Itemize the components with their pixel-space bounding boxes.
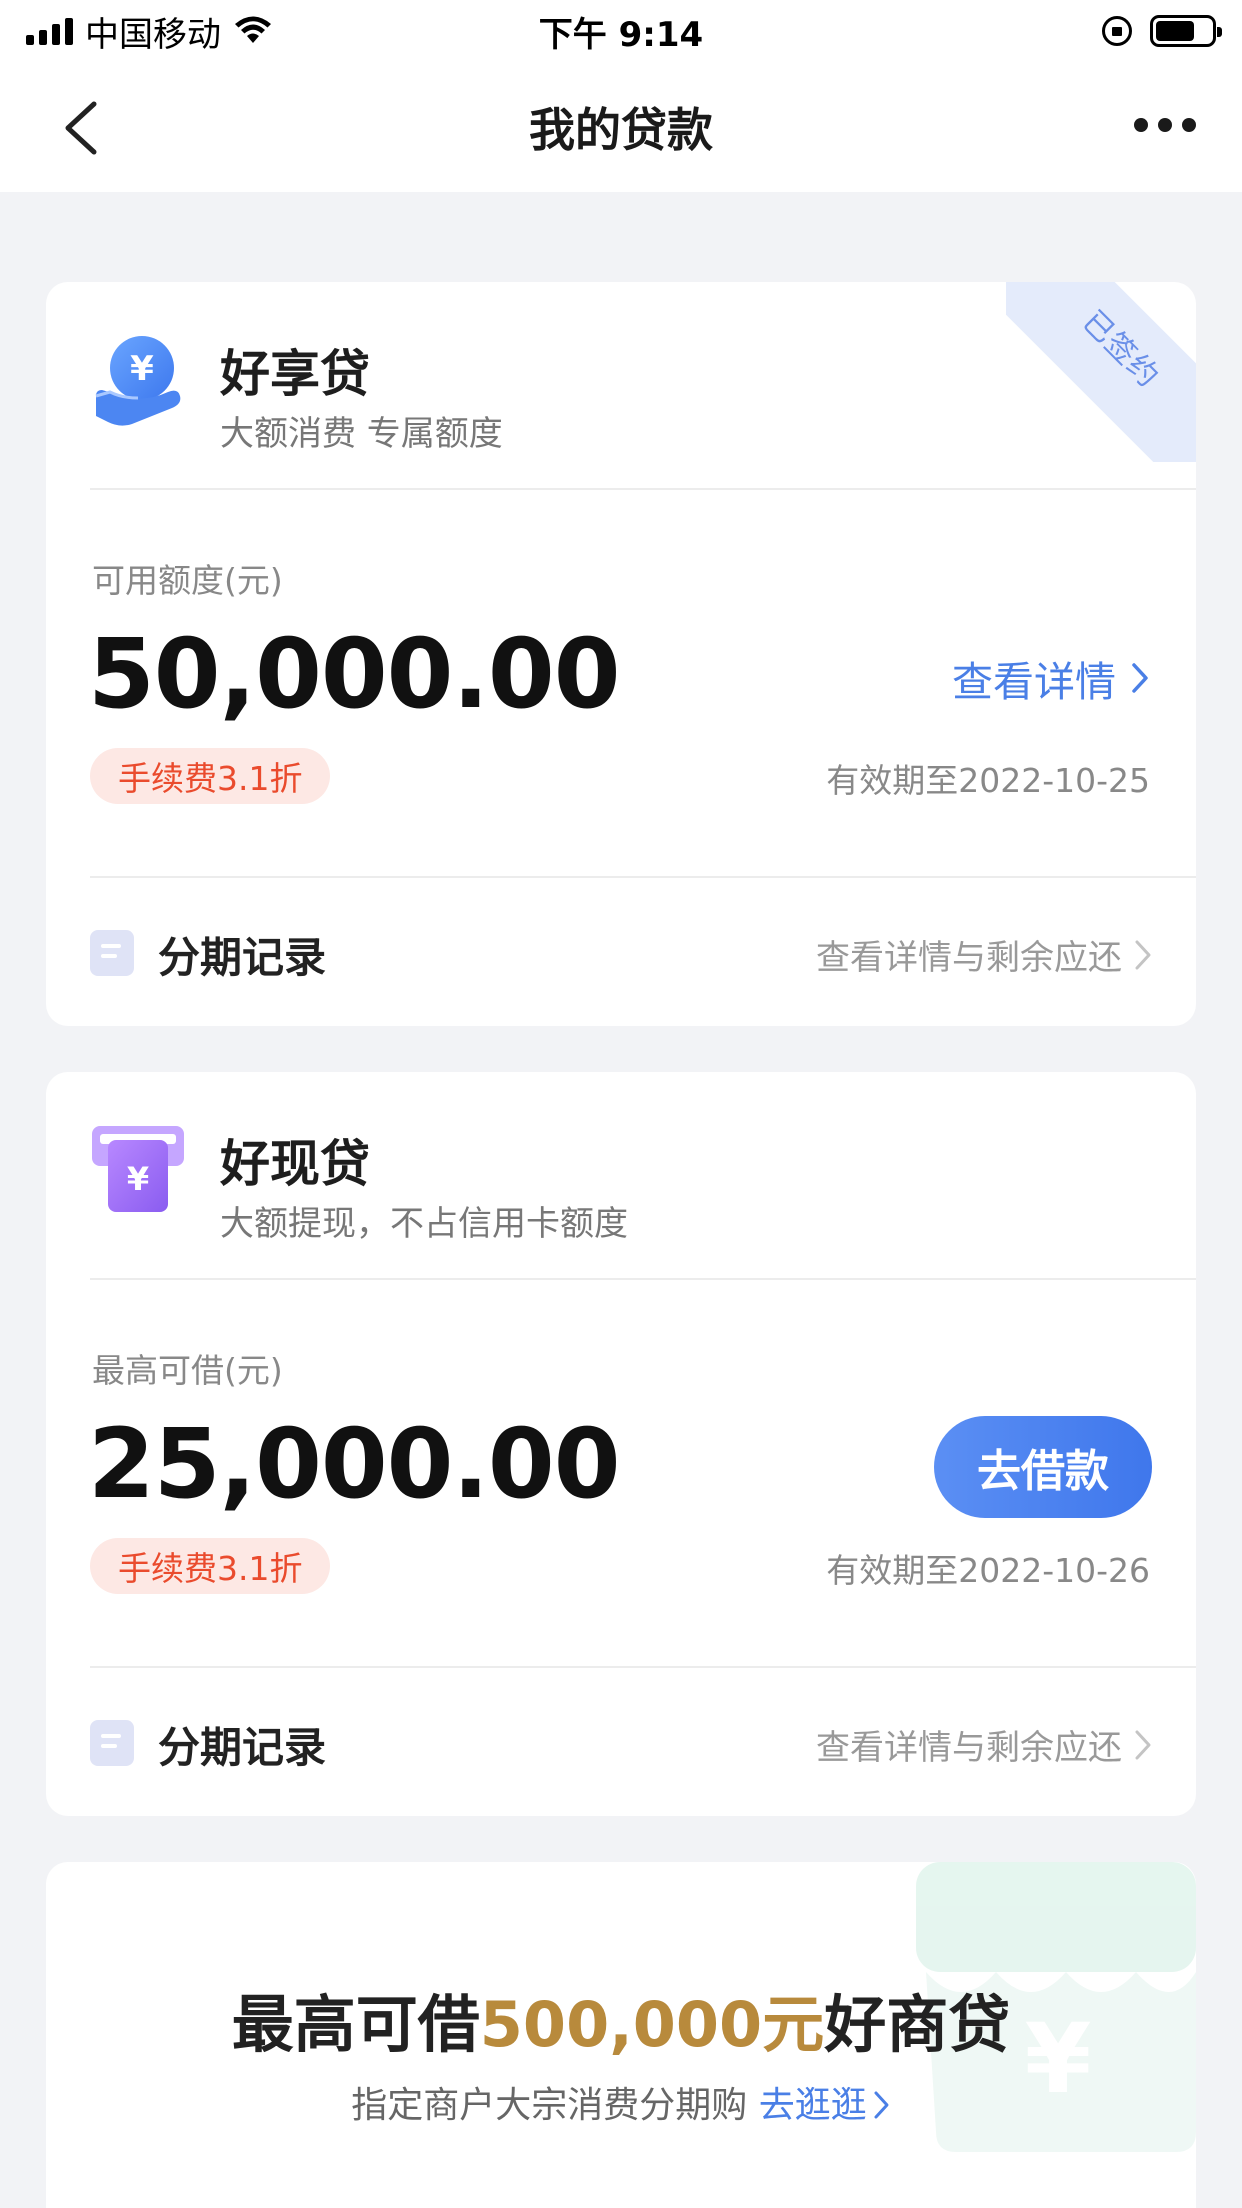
promo-link[interactable]: 去逛逛: [759, 2085, 891, 2126]
fee-discount-badge: 手续费3.1折: [90, 748, 331, 804]
signed-ribbon: 已签约: [1006, 282, 1196, 462]
svg-text:¥: ¥: [130, 349, 154, 389]
loan-card-haoxiandai: ¥ 好现贷 大额提现，不占信用卡额度 最高可借(元) 25,000.00 去借款…: [46, 1072, 1196, 1816]
divider: [90, 1278, 1196, 1280]
loan-card-haoxiangdai: ¥ 好享贷 大额消费 专属额度 已签约 可用额度(元) 50,000.00 查看…: [46, 282, 1196, 1026]
card-header: ¥ 好享贷 大额消费 专属额度 已签约: [46, 282, 1196, 490]
product-name: 好现贷: [220, 1135, 370, 1193]
document-icon: [90, 930, 134, 976]
expiry-date: 有效期至2022-10-26: [826, 1551, 1150, 1590]
page-title: 我的贷款: [529, 103, 713, 157]
promo-subtitle-row: 指定商户大宗消费分期购 去逛逛: [46, 2076, 1196, 2128]
installment-record-row[interactable]: 分期记录 查看详情与剩余应还: [46, 878, 1196, 1026]
chevron-right-icon: [874, 2091, 889, 2119]
expiry-date: 有效期至2022-10-25: [826, 761, 1150, 800]
amount-value: 25,000.00: [88, 1408, 621, 1520]
status-right: [1102, 15, 1222, 47]
promo-subtitle: 指定商户大宗消费分期购: [351, 2085, 748, 2126]
promo-link-label: 去逛逛: [758, 2085, 867, 2126]
divider: [90, 488, 1196, 490]
chevron-right-icon: [1135, 940, 1151, 969]
battery-icon: [1150, 15, 1222, 47]
record-detail-link[interactable]: 查看详情与剩余应还: [816, 930, 1152, 979]
card-header: ¥ 好现贷 大额提现，不占信用卡额度: [46, 1072, 1196, 1280]
amount-label: 可用额度(元): [92, 561, 283, 600]
more-icon[interactable]: [1134, 118, 1196, 132]
amount-label: 最高可借(元): [92, 1351, 283, 1390]
carrier-label: 中国移动: [85, 14, 221, 55]
record-label: 分期记录: [158, 933, 327, 982]
record-detail-label: 查看详情与剩余应还: [816, 938, 1122, 978]
rotation-lock-icon: [1102, 16, 1132, 46]
document-icon: [90, 1720, 134, 1766]
product-subtitle: 大额消费 专属额度: [220, 414, 503, 454]
atm-yuan-icon: ¥: [92, 1126, 184, 1212]
record-label: 分期记录: [158, 1723, 327, 1772]
nav-bar: 我的贷款: [0, 62, 1242, 192]
promo-title-amount: 500,000元: [479, 1988, 825, 2061]
chevron-right-icon: [1132, 663, 1148, 693]
hand-yuan-icon: ¥: [95, 336, 181, 426]
fee-discount-badge: 手续费3.1折: [90, 1538, 331, 1594]
ribbon-label: 已签约: [1075, 304, 1166, 395]
promo-title-pre: 最高可借: [231, 1988, 480, 2061]
wifi-icon: [235, 16, 271, 43]
chevron-right-icon: [1135, 1730, 1151, 1759]
status-left: 中国移动: [26, 7, 273, 56]
view-details-label: 查看详情: [952, 658, 1116, 706]
promo-card-haoshangdai[interactable]: ¥ 最高可借500,000元好商贷 指定商户大宗消费分期购 去逛逛: [46, 1862, 1196, 2208]
product-subtitle: 大额提现，不占信用卡额度: [220, 1204, 628, 1244]
status-bar: 中国移动 下午 9:14: [0, 0, 1242, 62]
installment-record-row[interactable]: 分期记录 查看详情与剩余应还: [46, 1668, 1196, 1816]
promo-title-post: 好商贷: [824, 1988, 1011, 2061]
back-arrow-icon[interactable]: [56, 98, 112, 158]
signal-icon: [26, 17, 73, 45]
product-name: 好享贷: [220, 345, 370, 403]
record-detail-label: 查看详情与剩余应还: [816, 1728, 1122, 1768]
borrow-button[interactable]: 去借款: [934, 1416, 1152, 1518]
amount-value: 50,000.00: [88, 618, 621, 730]
svg-text:¥: ¥: [127, 1160, 149, 1198]
view-details-link[interactable]: 查看详情: [952, 648, 1150, 708]
promo-title: 最高可借500,000元好商贷: [46, 1974, 1196, 2064]
record-detail-link[interactable]: 查看详情与剩余应还: [816, 1720, 1152, 1769]
